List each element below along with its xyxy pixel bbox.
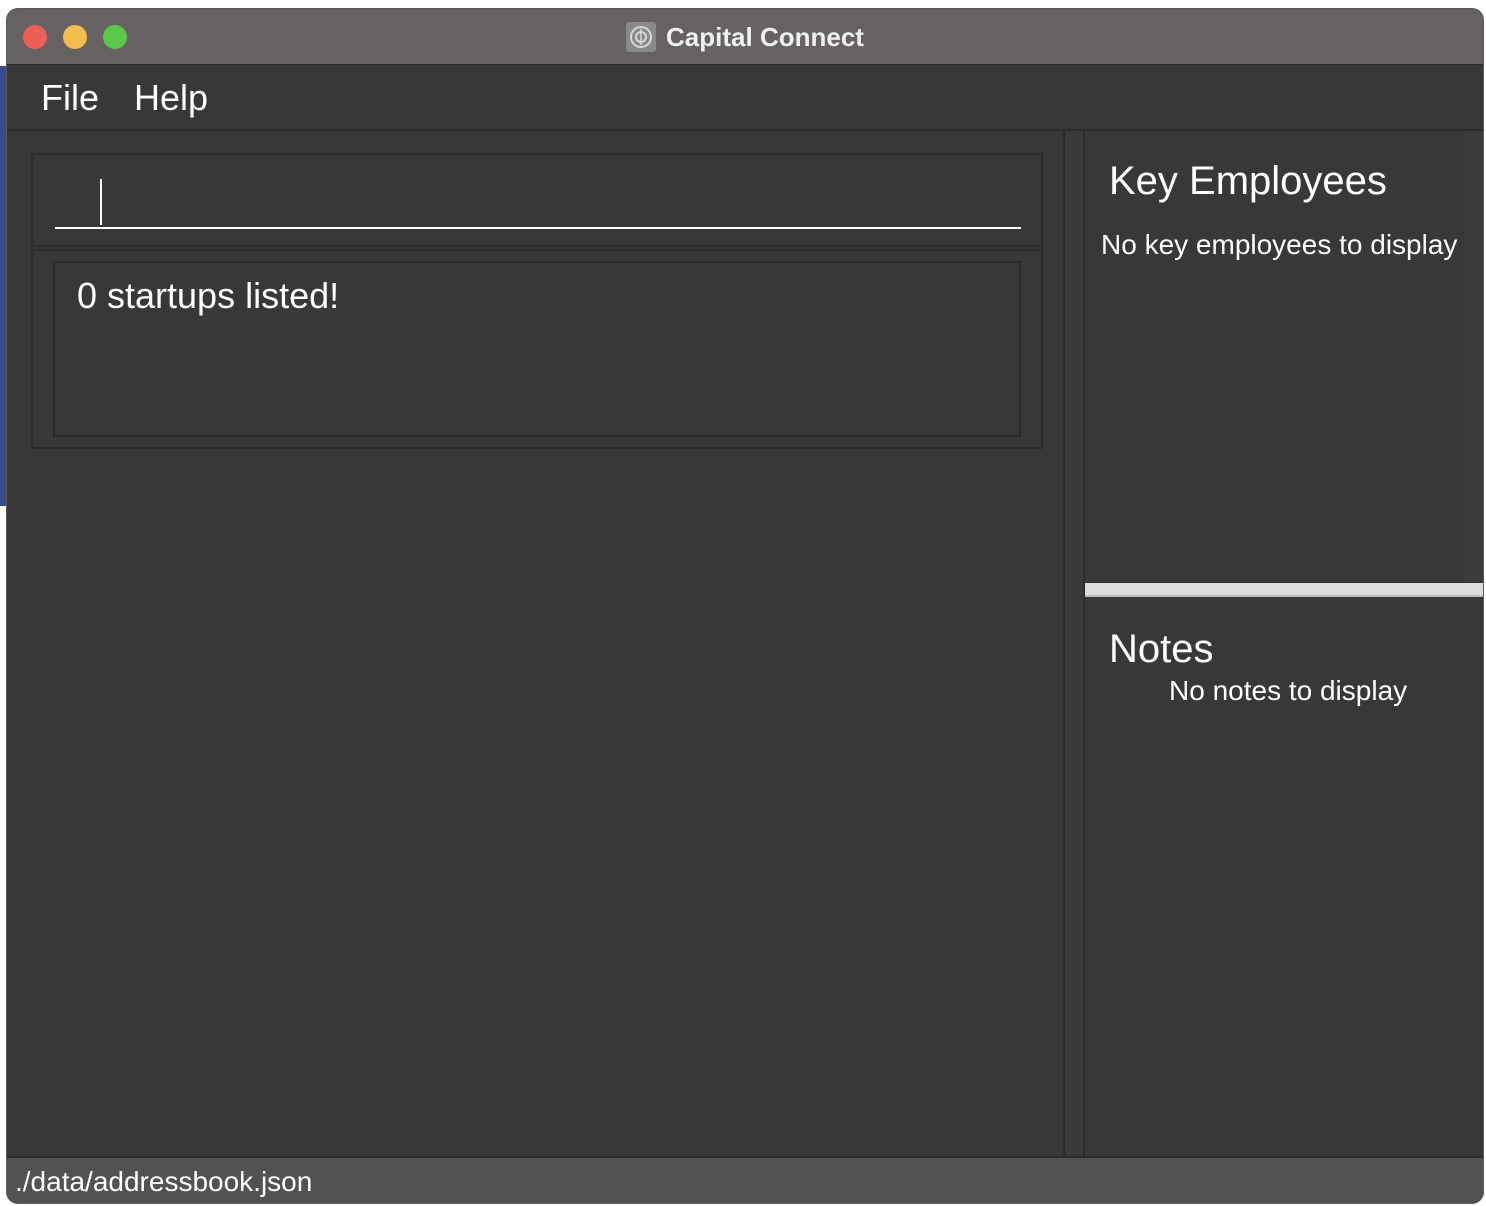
command-input[interactable]	[55, 169, 1021, 229]
details-pane: Key Employees No key employees to displa…	[1083, 131, 1483, 1156]
menu-file[interactable]: File	[41, 77, 99, 119]
key-employees-scrollbar[interactable]	[1465, 131, 1483, 581]
result-display[interactable]: 0 startups listed!	[53, 261, 1021, 437]
main-pane: 0 startups listed!	[7, 131, 1065, 1156]
status-bar: ./data/addressbook.json	[7, 1156, 1483, 1203]
result-display-panel: 0 startups listed!	[31, 249, 1043, 449]
title-bar[interactable]: Capital Connect	[7, 9, 1483, 65]
notes-title: Notes	[1109, 627, 1214, 671]
capital-connect-logo-icon	[626, 22, 657, 52]
notes-panel: Notes No notes to display	[1085, 599, 1483, 1156]
notes-empty-message: No notes to display	[1169, 675, 1408, 706]
app-window: Capital Connect File Help 0 startups lis…	[6, 8, 1484, 1204]
menu-help[interactable]: Help	[134, 77, 208, 119]
status-file-path: ./data/addressbook.json	[15, 1166, 313, 1197]
window-title: Capital Connect	[666, 21, 864, 52]
split-pane-gap[interactable]	[1065, 131, 1083, 1156]
key-employees-title: Key Employees	[1109, 159, 1387, 203]
key-employees-panel: Key Employees No key employees to displa…	[1085, 131, 1465, 581]
text-caret	[100, 179, 102, 225]
key-employees-empty-message: No key employees to display	[1101, 229, 1458, 260]
title-group: Capital Connect	[7, 9, 1483, 65]
menu-bar: File Help	[7, 65, 1483, 131]
split-pane-divider[interactable]	[1085, 583, 1483, 597]
command-box	[31, 153, 1043, 247]
result-message: 0 startups listed!	[77, 275, 340, 316]
